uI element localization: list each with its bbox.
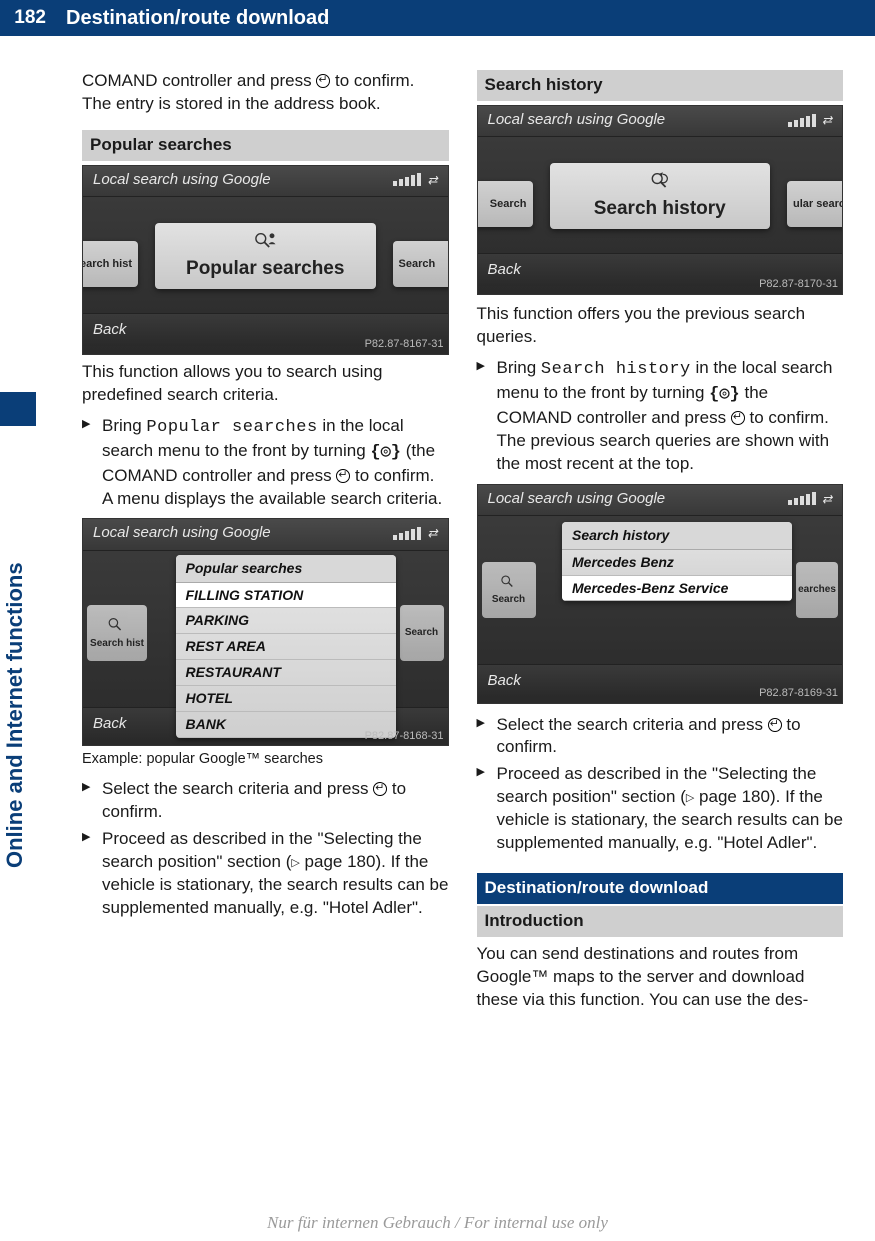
back-label: Back bbox=[93, 714, 126, 734]
list-item: BANK bbox=[176, 712, 396, 738]
step-bring-history: Bring Search history in the local search… bbox=[477, 357, 844, 476]
card-left: Search bbox=[482, 562, 536, 618]
network-icon: ⇄ bbox=[427, 172, 437, 188]
signal-icon bbox=[393, 173, 421, 186]
right-column: Search history Local search using Google… bbox=[477, 70, 844, 1201]
list-item: FILLING STATION bbox=[176, 583, 396, 609]
magnifier-history-icon bbox=[646, 170, 674, 190]
screenshot-search-history: Local search using Google ⇄ Search Searc… bbox=[477, 105, 844, 295]
list-item: Mercedes Benz bbox=[562, 550, 792, 576]
footer-watermark: Nur für internen Gebrauch / For internal… bbox=[0, 1213, 875, 1233]
mock-title: Local search using Google bbox=[93, 523, 271, 543]
back-label: Back bbox=[488, 671, 521, 691]
screenshot-popular-searches: Local search using Google ⇄ Search hist … bbox=[82, 165, 449, 355]
heading-popular-searches: Popular searches bbox=[82, 130, 449, 161]
heading-search-history: Search history bbox=[477, 70, 844, 101]
signal-icon bbox=[788, 114, 816, 127]
caption-popular: Example: popular Google™ searches bbox=[82, 750, 449, 770]
card-right: earches bbox=[796, 562, 838, 618]
sec2-paragraph: This function offers you the previous se… bbox=[477, 303, 844, 349]
turn-icon: {◎} bbox=[709, 385, 740, 404]
back-label: Back bbox=[488, 260, 521, 280]
network-icon: ⇄ bbox=[822, 112, 832, 128]
list-item: RESTAURANT bbox=[176, 660, 396, 686]
mock-title: Local search using Google bbox=[93, 170, 271, 190]
card-right: ular searches bbox=[787, 181, 843, 227]
image-id: P82.87-8170-31 bbox=[759, 277, 838, 292]
list-item: HOTEL bbox=[176, 686, 396, 712]
mock-title: Local search using Google bbox=[488, 489, 666, 509]
left-column: COMAND controller and press to confirm. … bbox=[82, 70, 449, 1201]
step-select-criteria: Select the search criteria and press to … bbox=[82, 778, 449, 824]
list-item: REST AREA bbox=[176, 634, 396, 660]
list-item: PARKING bbox=[176, 608, 396, 634]
image-id: P82.87-8168-31 bbox=[365, 729, 444, 744]
popular-list: Popular searches FILLING STATION PARKING… bbox=[176, 555, 396, 738]
page-header: 182 Destination/route download bbox=[0, 0, 875, 36]
heading-destination-route: Destination/route download bbox=[477, 873, 844, 904]
step-proceed-2: Proceed as described in the "Selecting t… bbox=[477, 763, 844, 855]
step-select-criteria-2: Select the search criteria and press to … bbox=[477, 714, 844, 760]
network-icon: ⇄ bbox=[427, 525, 437, 541]
screenshot-history-list: Local search using Google ⇄ Search earch… bbox=[477, 484, 844, 704]
press-icon bbox=[768, 718, 782, 732]
heading-introduction: Introduction bbox=[477, 906, 844, 937]
press-icon bbox=[336, 469, 350, 483]
card-main: Search history bbox=[550, 163, 771, 229]
card-right: Search bbox=[400, 605, 444, 661]
image-id: P82.87-8169-31 bbox=[759, 686, 838, 701]
press-icon bbox=[373, 782, 387, 796]
image-id: P82.87-8167-31 bbox=[365, 337, 444, 352]
step-bring-popular: Bring Popular searches in the local sear… bbox=[82, 415, 449, 511]
history-list: Search history Mercedes Benz Mercedes-Be… bbox=[562, 522, 792, 602]
sidebar-tab-marker bbox=[0, 392, 36, 426]
card-main: Popular searches bbox=[155, 223, 376, 289]
card-left: Search bbox=[477, 181, 533, 227]
magnifier-person-icon bbox=[251, 230, 279, 250]
xref-icon: ▷ bbox=[291, 857, 299, 869]
press-icon bbox=[731, 411, 745, 425]
screenshot-popular-list: Local search using Google ⇄ Search hist … bbox=[82, 518, 449, 746]
sec1-paragraph: This function allows you to search using… bbox=[82, 361, 449, 407]
mock-title: Local search using Google bbox=[488, 110, 666, 130]
signal-icon bbox=[788, 492, 816, 505]
header-title: Destination/route download bbox=[54, 7, 329, 30]
turn-icon: {◎} bbox=[370, 443, 401, 462]
intro-paragraph: COMAND controller and press to confirm. … bbox=[82, 70, 449, 116]
step-proceed: Proceed as described in the "Selecting t… bbox=[82, 828, 449, 920]
back-label: Back bbox=[93, 320, 126, 340]
press-icon bbox=[316, 74, 330, 88]
outro-paragraph: You can send destinations and routes fro… bbox=[477, 943, 844, 1012]
page-number: 182 bbox=[0, 0, 54, 36]
card-left: Search hist bbox=[87, 605, 147, 661]
network-icon: ⇄ bbox=[822, 491, 832, 507]
card-right: Search bbox=[393, 241, 449, 287]
signal-icon bbox=[393, 527, 421, 540]
card-left: Search hist bbox=[82, 241, 138, 287]
list-item: Mercedes-Benz Service bbox=[562, 576, 792, 602]
sidebar-section-label: Online and Internet functions bbox=[2, 562, 28, 868]
